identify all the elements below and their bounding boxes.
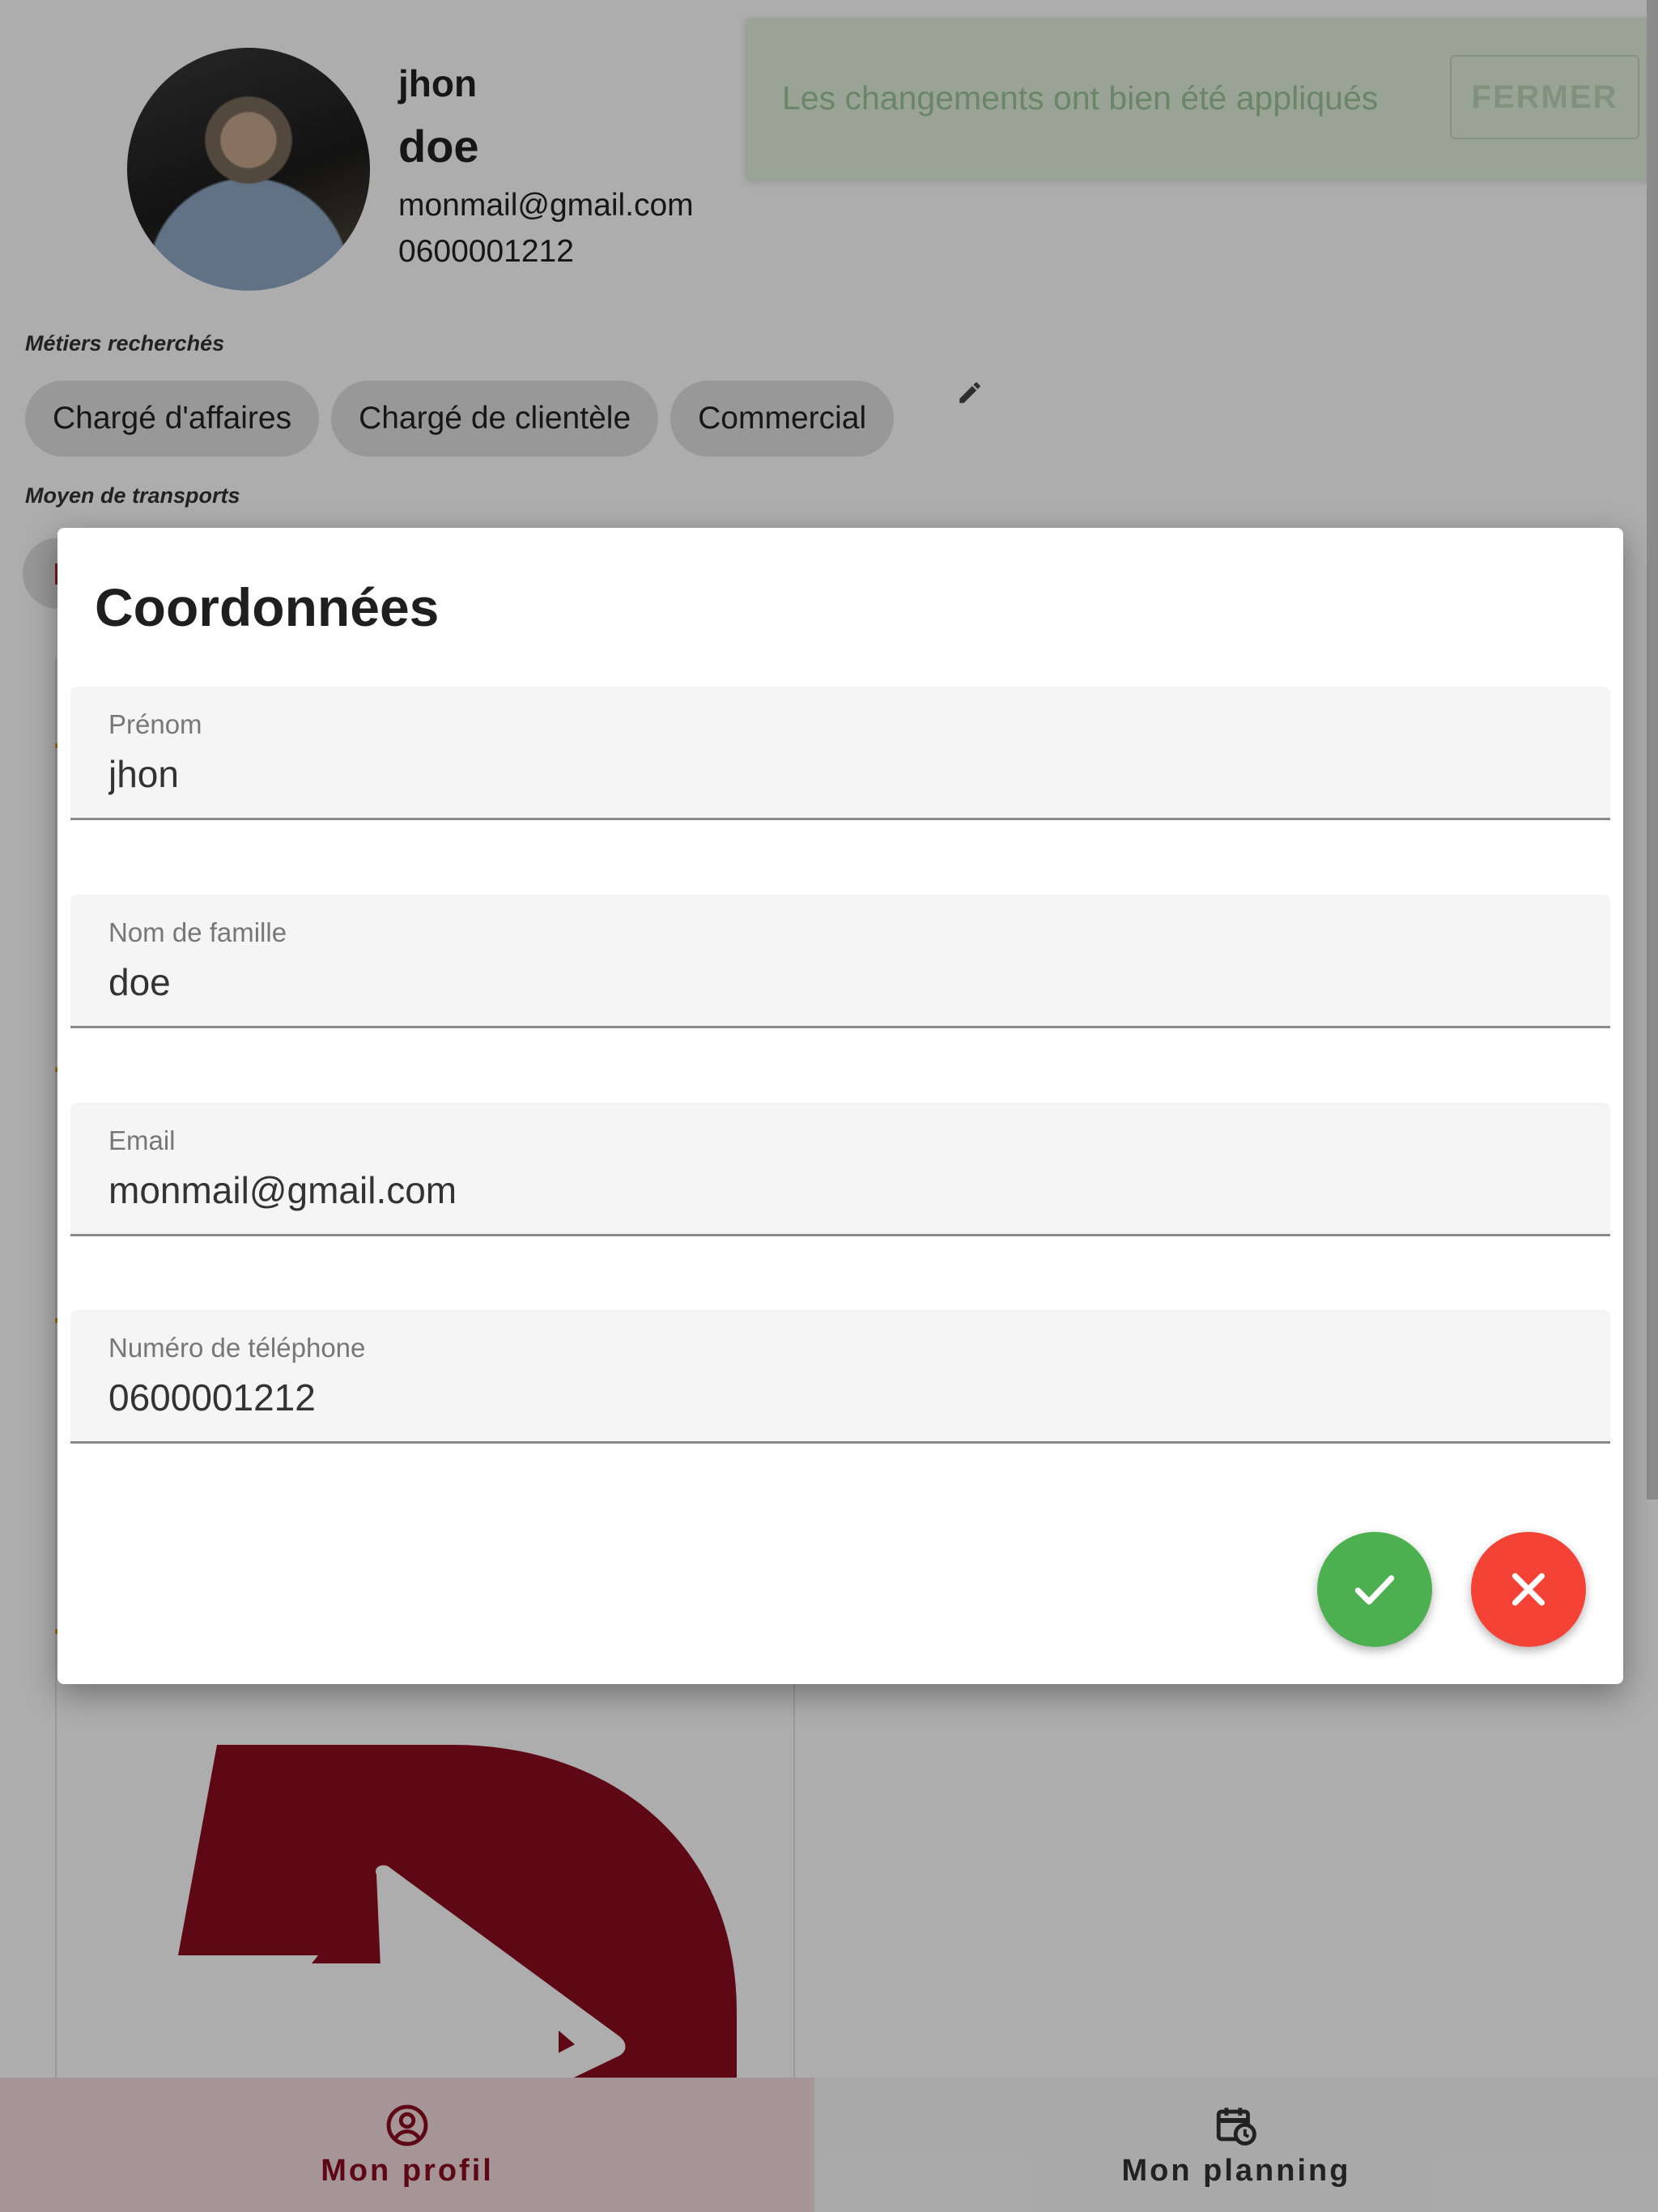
phone-input[interactable]	[108, 1373, 1566, 1422]
contact-details-dialog: Coordonnées Prénom Nom de famille Email …	[57, 528, 1623, 1684]
phone-field: Numéro de téléphone	[70, 1310, 1610, 1444]
first-name-field: Prénom	[70, 687, 1610, 820]
phone-label: Numéro de téléphone	[108, 1333, 366, 1363]
profile-page: jhon doe monmail@gmail.com 0600001212 Mé…	[0, 0, 1658, 2212]
last-name-label: Nom de famille	[108, 917, 287, 947]
email-field: Email	[70, 1103, 1610, 1236]
email-input[interactable]	[108, 1166, 1566, 1214]
last-name-input[interactable]	[108, 958, 1566, 1006]
dialog-title: Coordonnées	[95, 577, 440, 637]
last-name-field: Nom de famille	[70, 895, 1610, 1028]
first-name-label: Prénom	[108, 709, 202, 739]
cancel-button[interactable]	[1471, 1532, 1586, 1647]
email-label: Email	[108, 1125, 176, 1155]
check-icon	[1354, 1575, 1395, 1605]
confirm-button[interactable]	[1317, 1532, 1432, 1647]
first-name-input[interactable]	[108, 750, 1566, 798]
close-icon	[1511, 1572, 1545, 1606]
